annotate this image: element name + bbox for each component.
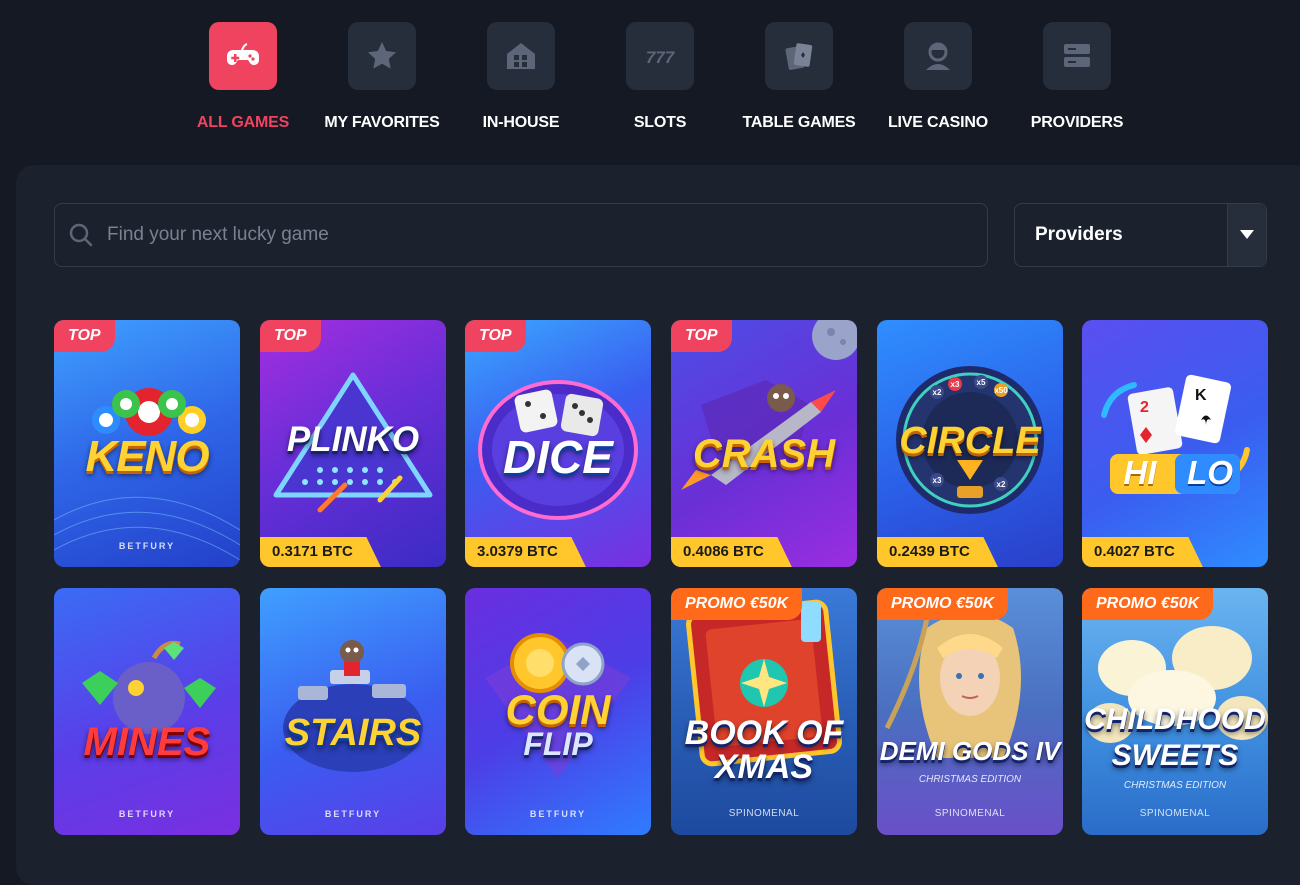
dealer-icon bbox=[904, 22, 972, 90]
svg-text:x3: x3 bbox=[951, 380, 960, 389]
nav-label: TABLE GAMES bbox=[742, 114, 856, 131]
gamepad-icon bbox=[209, 22, 277, 90]
category-nav: ALL GAMES MY FAVORITES IN-HOUSE 777 SLOT… bbox=[0, 0, 1300, 160]
game-title-book-of: BOOK OF bbox=[684, 714, 844, 752]
game-provider: SPINOMENAL bbox=[934, 808, 1006, 819]
game-card-plinko[interactable]: PLINKO 0.3171 BTC TOP bbox=[260, 320, 446, 567]
game-title-xmas: XMAS bbox=[714, 748, 814, 786]
game-card-dice[interactable]: DICE 3.0379 BTC TOP bbox=[465, 320, 651, 567]
svg-text:x3: x3 bbox=[933, 476, 942, 485]
nav-providers[interactable]: PROVIDERS bbox=[1007, 22, 1147, 132]
game-provider: SPINOMENAL bbox=[728, 808, 800, 819]
mines-artwork bbox=[82, 640, 216, 734]
game-title: PLINKO bbox=[286, 420, 420, 459]
providers-label: Providers bbox=[1035, 224, 1123, 245]
hilo-artwork: 2 K bbox=[1101, 374, 1250, 494]
top-badge: TOP bbox=[54, 320, 115, 352]
book-of-xmas-artwork bbox=[686, 599, 842, 767]
game-title: CIRCLE bbox=[899, 420, 1041, 462]
jackpot-amount: 0.4086 BTC bbox=[671, 537, 792, 567]
game-subtitle: CHRISTMAS EDITION bbox=[1123, 780, 1227, 791]
nav-label: PROVIDERS bbox=[1030, 114, 1124, 131]
game-title: KENO bbox=[85, 432, 209, 481]
demi-gods-artwork bbox=[884, 613, 1021, 758]
nav-label: IN-HOUSE bbox=[482, 114, 560, 131]
game-title-childhood: CHILDHOOD bbox=[1084, 703, 1266, 736]
game-provider: BETFURY bbox=[118, 541, 176, 551]
promo-badge: PROMO €50K bbox=[877, 588, 1009, 620]
jackpot-amount: 0.4027 BTC bbox=[1082, 537, 1203, 567]
game-title-sweets: SWEETS bbox=[1111, 739, 1239, 772]
nav-table-games[interactable]: TABLE GAMES bbox=[729, 22, 869, 132]
svg-text:x2: x2 bbox=[933, 388, 942, 397]
game-title: CRASH bbox=[692, 432, 836, 476]
game-title-flip: FLIP bbox=[523, 726, 593, 762]
game-card-circle[interactable]: x2 x3 x5 x50 x3 x2 CIRCLE 0.2439 BTC bbox=[877, 320, 1063, 567]
search-box bbox=[54, 203, 988, 267]
game-title: STAIRS bbox=[284, 712, 422, 754]
game-card-book-of-xmas[interactable]: BOOK OF XMAS SPINOMENAL PROMO €50K bbox=[671, 588, 857, 835]
chevron-down-icon[interactable] bbox=[1227, 204, 1266, 266]
top-badge: TOP bbox=[465, 320, 526, 352]
jackpot-amount: 0.2439 BTC bbox=[877, 537, 998, 567]
game-card-coinflip[interactable]: COIN FLIP BETFURY bbox=[465, 588, 651, 835]
game-card-keno[interactable]: KENO BETFURY TOP bbox=[54, 320, 240, 567]
game-provider: BETFURY bbox=[529, 809, 587, 819]
nav-label: ALL GAMES bbox=[196, 114, 290, 131]
game-card-crash[interactable]: CRASH 0.4086 BTC TOP bbox=[671, 320, 857, 567]
game-title: DEMI GODS IV bbox=[879, 736, 1061, 766]
promo-badge: PROMO €50K bbox=[1082, 588, 1214, 620]
nav-my-favorites[interactable]: MY FAVORITES bbox=[312, 22, 452, 132]
game-subtitle: CHRISTMAS EDITION bbox=[918, 774, 1022, 785]
svg-text:x2: x2 bbox=[997, 480, 1006, 489]
game-provider: BETFURY bbox=[324, 809, 382, 819]
nav-in-house[interactable]: IN-HOUSE bbox=[451, 22, 591, 132]
promo-badge: PROMO €50K bbox=[671, 588, 803, 620]
game-card-childhood-sweets[interactable]: CHILDHOOD SWEETS CHRISTMAS EDITION SPINO… bbox=[1082, 588, 1268, 835]
svg-text:777: 777 bbox=[646, 48, 676, 67]
star-icon bbox=[348, 22, 416, 90]
providers-dropdown[interactable]: Providers bbox=[1014, 203, 1267, 267]
nav-label: MY FAVORITES bbox=[324, 114, 440, 131]
svg-text:K: K bbox=[1195, 387, 1207, 404]
game-provider: SPINOMENAL bbox=[1139, 808, 1211, 819]
search-icon bbox=[69, 223, 93, 247]
game-provider: BETFURY bbox=[118, 809, 176, 819]
nav-label: LIVE CASINO bbox=[887, 114, 989, 131]
nav-slots[interactable]: 777 SLOTS bbox=[590, 22, 730, 132]
777-icon: 777 bbox=[626, 22, 694, 90]
game-title: DICE bbox=[503, 431, 613, 483]
game-card-mines[interactable]: MINES BETFURY bbox=[54, 588, 240, 835]
server-icon bbox=[1043, 22, 1111, 90]
nav-live-casino[interactable]: LIVE CASINO bbox=[868, 22, 1008, 132]
jackpot-amount: 0.3171 BTC bbox=[260, 537, 381, 567]
svg-text:x50: x50 bbox=[994, 386, 1008, 395]
game-title-hi: HI bbox=[1123, 454, 1157, 491]
game-card-stairs[interactable]: STAIRS BETFURY bbox=[260, 588, 446, 835]
nav-label: SLOTS bbox=[633, 114, 687, 131]
house-icon bbox=[487, 22, 555, 90]
svg-text:2: 2 bbox=[1140, 399, 1149, 416]
nav-all-games[interactable]: ALL GAMES bbox=[173, 22, 313, 132]
top-badge: TOP bbox=[260, 320, 321, 352]
jackpot-amount: 3.0379 BTC bbox=[465, 537, 586, 567]
game-card-demi-gods-iv[interactable]: DEMI GODS IV CHRISTMAS EDITION SPINOMENA… bbox=[877, 588, 1063, 835]
game-card-hilo[interactable]: 2 K HI LO 0.4027 BTC bbox=[1082, 320, 1268, 567]
search-input[interactable] bbox=[95, 203, 987, 267]
top-badge: TOP bbox=[671, 320, 732, 352]
game-title-lo: LO bbox=[1187, 454, 1233, 491]
svg-text:x5: x5 bbox=[977, 378, 986, 387]
game-title: MINES bbox=[83, 720, 211, 764]
cards-icon bbox=[765, 22, 833, 90]
